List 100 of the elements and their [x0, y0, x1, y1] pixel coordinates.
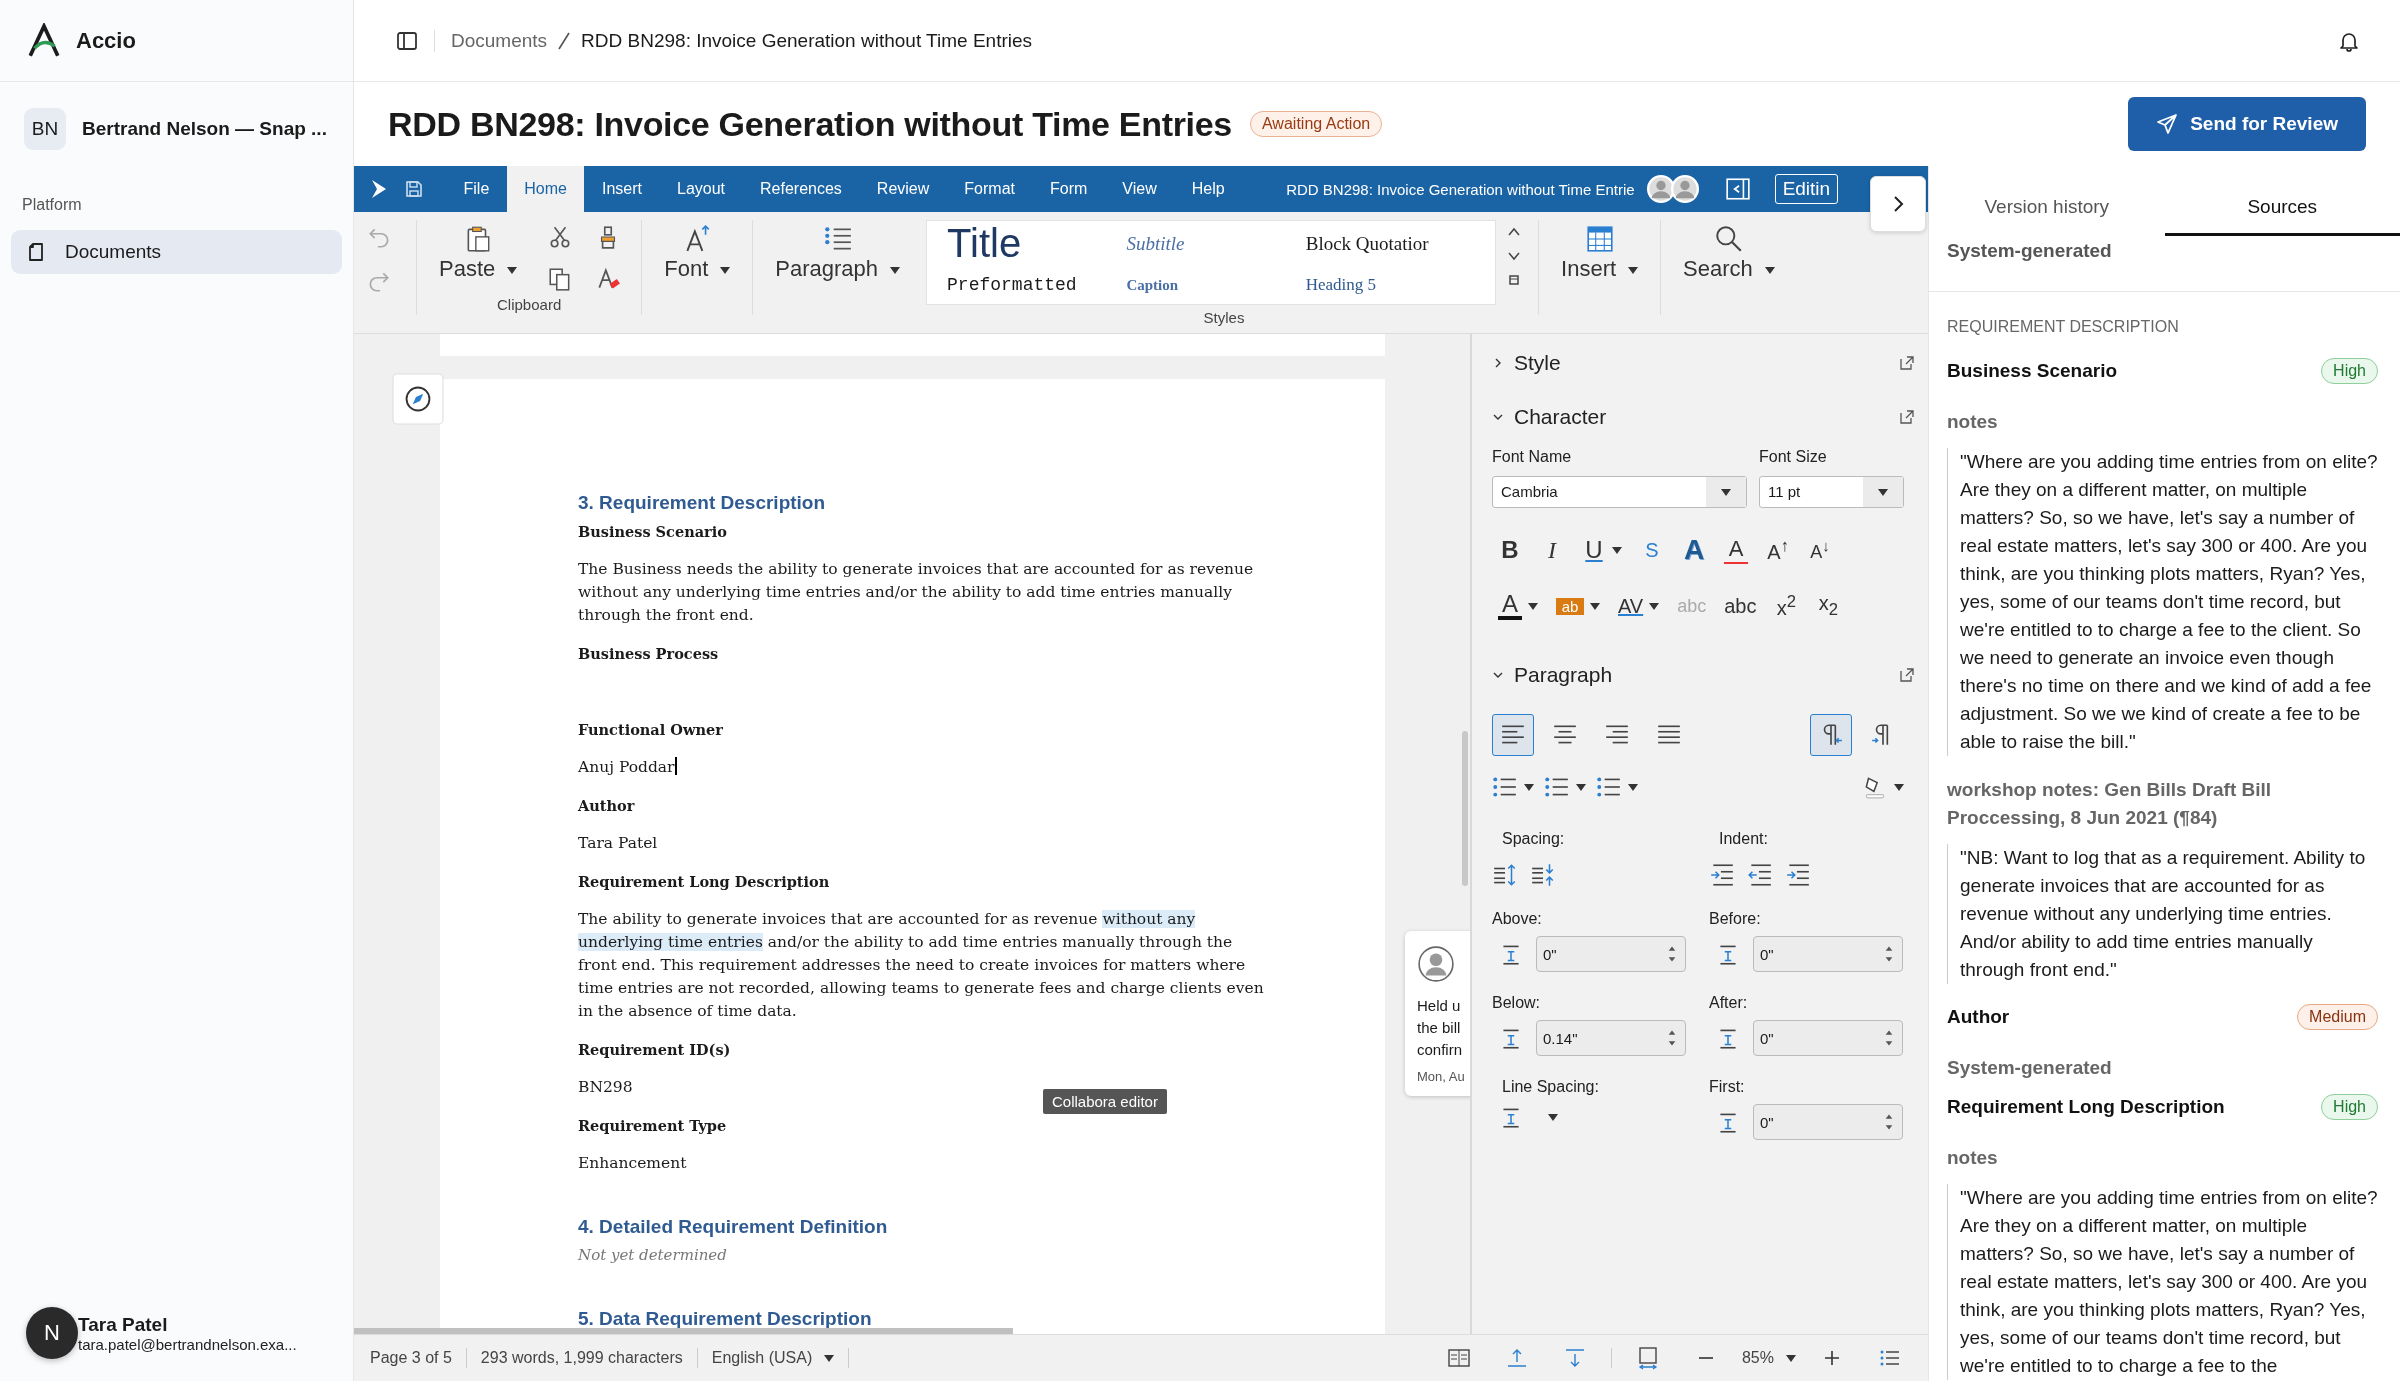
format-button[interactable]: I [1540, 536, 1564, 564]
format-button[interactable]: S [1640, 538, 1664, 562]
document-paragraph: The ability to generate invoices that are accounted for as revenue without any underlying time entries and/or the ability to add time entries manually through the front end. This requirement addresses the need to create invoices for matters where time entries are not recorded, allowing teams to generate fees and charge clients even in the absence of time data. [578, 909, 1265, 1022]
workspace-name[interactable]: Bertrand Nelson — Snap ... [82, 118, 327, 140]
document-heading: 5. Data Requirement Description [578, 1307, 872, 1330]
page-title: RDD BN298: Invoice Generation without Time Entries [388, 104, 1232, 144]
field-label: Font Name [1492, 448, 1573, 466]
section-label: Platform [21, 195, 83, 215]
format-button[interactable]: U [1582, 536, 1606, 564]
insert-button[interactable]: Insert [1545, 220, 1655, 282]
user-email: tara.patel@bertrandnelson.exa... [78, 1335, 297, 1353]
menu-tab[interactable]: References [742, 166, 860, 212]
style-preset[interactable]: Caption [1126, 276, 1306, 294]
field-label: Author [578, 796, 636, 816]
format-button[interactable]: x$_{2}$ [1816, 592, 1841, 620]
format-button[interactable]: A [1498, 592, 1522, 620]
format-button[interactable]: A [1724, 536, 1748, 564]
format-button[interactable]: x$^{2}$ [1774, 592, 1799, 620]
panel-section-header[interactable]: Character [1492, 405, 1607, 429]
field-name: Requirement Long Description [1947, 1096, 2225, 1118]
field-name: Business Scenario [1947, 360, 2118, 382]
section-label: REQUIREMENT DESCRIPTION [1947, 318, 2180, 336]
source-quote: "Where are you adding time entries from on elite? Are they on a different matter, on multiple matters? So, so we have, let's say a number of real estate matters, let's say 300 or 400. Are you think, are you thinking plots matters, Ryan? Yes, yes, some of our teams don't time record, but we're entitled to to charge a fee to the [1947, 1184, 2378, 1380]
menu-tab[interactable]: Format [946, 166, 1033, 212]
source-origin: System-generated [1947, 1056, 2113, 1080]
group-label: Styles [1203, 309, 1245, 326]
send-for-review-button[interactable]: Send for Review [2128, 97, 2366, 151]
field-label: Indent: [1718, 830, 1769, 848]
field-label: Business Scenario [578, 522, 728, 542]
menu-tab[interactable]: View [1104, 166, 1175, 212]
editing-mode-button[interactable]: Editin [1774, 174, 1839, 204]
source-origin: System-generated [1947, 240, 2112, 261]
document-paragraph: Anuj Poddar [578, 756, 678, 778]
field-label: Above: [1492, 910, 1543, 928]
format-button[interactable]: A$^{↑}$ [1766, 536, 1790, 564]
paragraph-button[interactable]: Paragraph [759, 220, 917, 282]
field-label: Functional Owner [578, 720, 724, 740]
page-count: Page 3 of 5 [370, 1349, 452, 1367]
comment-text: Held u the bill confirn [1417, 996, 1464, 1060]
field-label: First: [1709, 1078, 1746, 1096]
menu-tab[interactable]: Insert [584, 166, 660, 212]
comment-card[interactable]: Held u the bill confirn Mon, Au [1405, 931, 1470, 1096]
source-quote: "Where are you adding time entries from on elite? Are they on a different matter, on multiple matters? So, so we have, let's say a number of real estate matters, let's say 300 or 400. Are you think, are you thinking plots matters, Ryan? Yes, yes, some of our teams don't time record, but we're entitled to to charge a fee to the client. So we need to generate an invoice even though there's no time on there and we kind of add a fee adjustment. So we we kind of create a fee to be able to raise the bill." [1947, 448, 2378, 756]
style-preset[interactable]: Title [947, 221, 1127, 266]
confidence-badge: High [2321, 358, 2378, 384]
field-label: Font Size [1759, 448, 1828, 466]
style-preset[interactable]: Heading 5 [1305, 275, 1486, 295]
document-heading: 4. Detailed Requirement Definition [578, 1215, 888, 1238]
format-button[interactable]: abc [1724, 594, 1757, 618]
menu-tab[interactable]: File [446, 166, 507, 212]
field-label: After: [1709, 994, 1749, 1012]
field-label: Business Process [578, 644, 720, 664]
field-name: Author [1947, 1006, 2010, 1028]
menu-tab[interactable]: Layout [659, 166, 743, 212]
breadcrumb-link[interactable]: Documents [451, 29, 548, 52]
field-label: Requirement Long Description [578, 872, 831, 892]
panel-tab[interactable]: Version history [1929, 166, 2165, 236]
word-count: 293 words, 1,999 characters [480, 1349, 683, 1367]
spin-field[interactable]: 0.14" [1536, 1020, 1686, 1056]
panel-tab[interactable]: Sources [2164, 166, 2400, 236]
menu-tab[interactable]: Help [1174, 166, 1243, 212]
spin-field[interactable]: 0" [1753, 936, 1903, 972]
spin-field[interactable]: 0" [1753, 1020, 1903, 1056]
language-dropdown[interactable]: English (USA) [711, 1349, 835, 1367]
field-label: Spacing: [1501, 830, 1566, 848]
spin-field[interactable]: 0" [1753, 1104, 1903, 1140]
zoom-dropdown[interactable]: 85% [1741, 1349, 1796, 1367]
spin-field[interactable]: 0" [1536, 936, 1686, 972]
font-size-dropdown[interactable]: 11 pt [1759, 476, 1904, 508]
sidebar-item[interactable]: Documents [11, 230, 342, 274]
breadcrumb-current: RDD BN298: Invoice Generation without Time Entries [581, 29, 1033, 52]
font-button[interactable]: Font [648, 220, 747, 282]
panel-section-header[interactable]: Paragraph [1492, 663, 1613, 687]
source-quote: "NB: Want to log that as a requirement. Ability to generate invoices that are accounted for as revenue without any underlying time entries. And/or ability to add time entries manually through front end." [1947, 844, 2378, 984]
field-label: Before: [1709, 910, 1762, 928]
panel-section-header[interactable]: Style [1492, 351, 1561, 375]
user-avatar[interactable]: N [26, 1307, 78, 1359]
search-button[interactable]: Search [1667, 220, 1791, 282]
menu-tab[interactable]: Home [506, 166, 585, 212]
style-preset[interactable]: Preformatted [947, 275, 1127, 295]
field-label: Below: [1492, 994, 1542, 1012]
menu-tab[interactable]: Form [1032, 166, 1105, 212]
format-button[interactable]: B [1498, 536, 1522, 564]
menu-tab[interactable]: Review [859, 166, 947, 212]
status-badge: Awaiting Action [1250, 111, 1383, 137]
format-button[interactable]: AV [1618, 594, 1644, 618]
field-label: Line Spacing: [1501, 1078, 1600, 1096]
comment-date: Mon, Au [1417, 1069, 1465, 1084]
font-name-dropdown[interactable]: Cambria [1492, 476, 1747, 508]
style-preset[interactable]: Subtitle [1126, 232, 1306, 255]
workspace-avatar: BN [24, 108, 66, 150]
source-origin: workshop notes: Gen Bills Draft Bill Proccessing, 8 Jun 2021 (¶84) [1947, 778, 2273, 830]
format-button[interactable]: A$^{↓}$ [1808, 537, 1832, 563]
document-paragraph: Tara Patel [578, 833, 659, 854]
paste-button[interactable]: Paste [423, 220, 534, 282]
user-name: Tara Patel [78, 1313, 169, 1336]
placeholder-note: Not yet determined [578, 1245, 728, 1266]
format-button[interactable]: A [1682, 534, 1706, 566]
style-preset[interactable]: Block Quotatior [1305, 232, 1486, 255]
document-paragraph: BN298 [578, 1077, 634, 1098]
